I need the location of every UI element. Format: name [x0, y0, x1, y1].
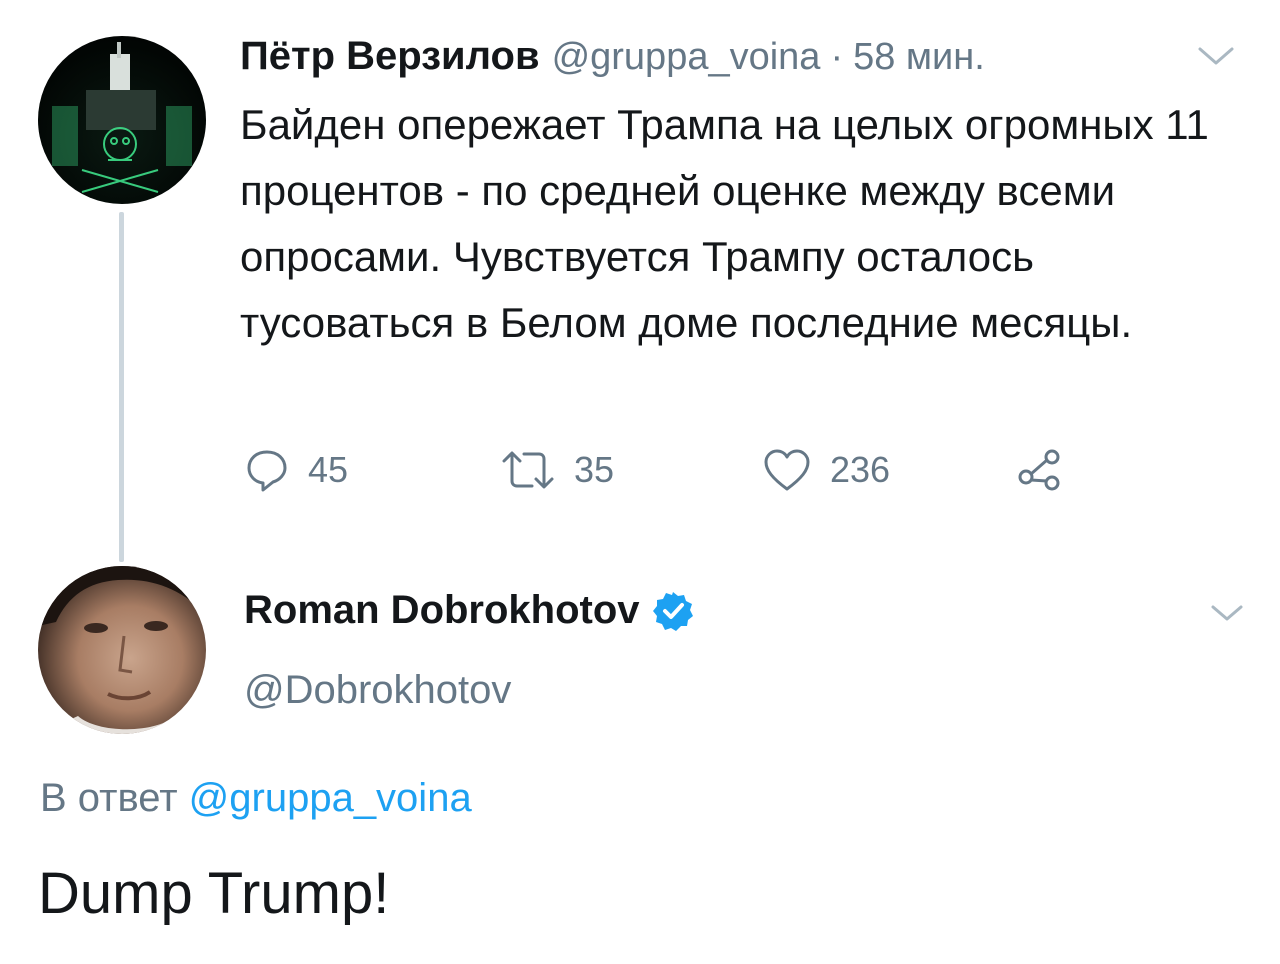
share-button[interactable] — [1016, 440, 1064, 500]
timestamp[interactable]: 58 мин. — [853, 36, 985, 79]
author-avatar-1[interactable] — [38, 36, 206, 204]
avatar-image-2 — [38, 566, 206, 734]
like-icon — [762, 447, 812, 493]
chevron-down-icon[interactable] — [1210, 602, 1244, 624]
tweet-text: Байден опережает Трампа на целых огромны… — [240, 101, 1209, 346]
retweet-button[interactable]: 35 — [500, 440, 614, 500]
reply-count: 45 — [308, 449, 349, 490]
separator-dot: · — [830, 36, 844, 78]
reply-button[interactable]: 45 — [244, 440, 348, 500]
author-name[interactable]: Пётр Верзилов — [240, 34, 540, 79]
retweet-count: 35 — [574, 449, 615, 490]
author-name-2[interactable]: Roman Dobrokhotov — [244, 588, 694, 633]
tweet-text-2: Dump Trump! — [38, 861, 390, 926]
share-icon — [1016, 447, 1064, 493]
tweet-header-1: Пётр Верзилов @gruppa_voina · 58 мин. — [240, 34, 985, 86]
thread-line — [119, 212, 124, 562]
reply-to-handle-link[interactable]: @gruppa_voina — [189, 776, 472, 820]
reply-icon — [244, 447, 290, 493]
retweet-icon — [500, 447, 556, 493]
reply-context: В ответ @gruppa_voina — [40, 776, 472, 821]
verified-badge-icon — [652, 591, 693, 631]
avatar-image-1 — [52, 42, 192, 193]
author-handle-2[interactable]: @Dobrokhotov — [244, 668, 511, 713]
author-name-text: Roman Dobrokhotov — [244, 588, 640, 632]
like-count: 236 — [830, 449, 891, 490]
author-avatar-2[interactable] — [38, 566, 206, 734]
chevron-down-icon[interactable] — [1196, 44, 1236, 68]
reply-prefix: В ответ — [40, 776, 178, 820]
like-button[interactable]: 236 — [762, 440, 890, 500]
author-handle[interactable]: @gruppa_voina — [552, 36, 821, 79]
